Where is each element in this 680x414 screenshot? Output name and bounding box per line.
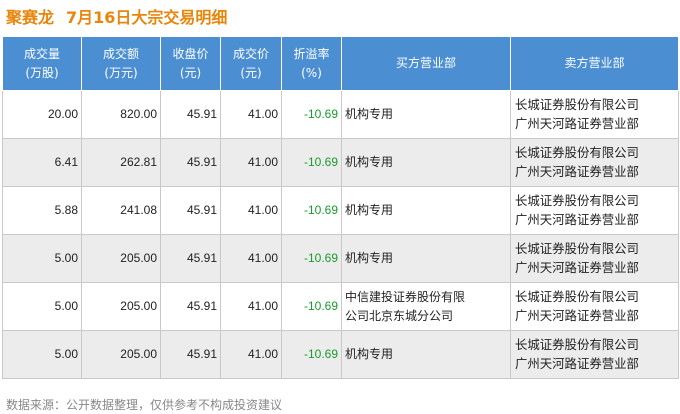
table-header-row: 成交量 (万股) 成交额 (万元) 收盘价 (元) 成交价 (元) 折溢率 (%) 买方营… <box>2 36 679 91</box>
cell-price: 41.00 <box>220 90 282 139</box>
cell-seller: 长城证券股份有限公司 广州天河路证券营业部 <box>510 234 679 283</box>
cell-amount: 205.00 <box>81 234 161 283</box>
cell-seller: 长城证券股份有限公司 广州天河路证券营业部 <box>510 138 679 187</box>
cell-premium: -10.69 <box>281 282 342 331</box>
cell-seller: 长城证券股份有限公司 广州天河路证券营业部 <box>510 282 679 331</box>
cell-premium: -10.69 <box>281 234 342 283</box>
table-row: 5.88 241.08 45.91 41.00 -10.69 机构专用 长城证券… <box>2 186 679 235</box>
col-header-volume: 成交量 (万股) <box>2 36 82 91</box>
cell-close: 45.91 <box>160 186 221 235</box>
cell-volume: 5.00 <box>2 282 82 331</box>
cell-seller: 长城证券股份有限公司 广州天河路证券营业部 <box>510 90 679 139</box>
cell-seller: 长城证券股份有限公司 广州天河路证券营业部 <box>510 186 679 235</box>
cell-volume: 20.00 <box>2 90 82 139</box>
table-row: 5.00 205.00 45.91 41.00 -10.69 中信建投证券股份有… <box>2 282 679 331</box>
cell-close: 45.91 <box>160 234 221 283</box>
cell-price: 41.00 <box>220 138 282 187</box>
cell-close: 45.91 <box>160 90 221 139</box>
cell-seller: 长城证券股份有限公司 广州天河路证券营业部 <box>510 330 679 379</box>
cell-amount: 241.08 <box>81 186 161 235</box>
cell-volume: 6.41 <box>2 138 82 187</box>
cell-premium: -10.69 <box>281 330 342 379</box>
cell-premium: -10.69 <box>281 138 342 187</box>
page-title: 聚赛龙 7月16日大宗交易明细 <box>6 4 227 28</box>
cell-price: 41.00 <box>220 234 282 283</box>
cell-volume: 5.00 <box>2 330 82 379</box>
cell-premium: -10.69 <box>281 90 342 139</box>
cell-price: 41.00 <box>220 330 282 379</box>
cell-amount: 205.00 <box>81 330 161 379</box>
data-source-note: 数据来源：公开数据整理，仅供参考不构成投资建议 <box>6 398 283 412</box>
cell-close: 45.91 <box>160 138 221 187</box>
cell-buyer: 机构专用 <box>341 186 511 235</box>
cell-amount: 262.81 <box>81 138 161 187</box>
cell-buyer: 机构专用 <box>341 330 511 379</box>
cell-buyer: 机构专用 <box>341 90 511 139</box>
table-row: 20.00 820.00 45.91 41.00 -10.69 机构专用 长城证… <box>2 90 679 139</box>
cell-close: 45.91 <box>160 282 221 331</box>
cell-amount: 205.00 <box>81 282 161 331</box>
cell-volume: 5.88 <box>2 186 82 235</box>
col-header-price: 成交价 (元) <box>220 36 282 91</box>
cell-premium: -10.69 <box>281 186 342 235</box>
col-header-amount: 成交额 (万元) <box>81 36 161 91</box>
cell-volume: 5.00 <box>2 234 82 283</box>
cell-buyer: 机构专用 <box>341 138 511 187</box>
col-header-buyer: 买方营业部 <box>341 36 511 91</box>
col-header-close: 收盘价 (元) <box>160 36 221 91</box>
block-trade-table: 成交量 (万股) 成交额 (万元) 收盘价 (元) 成交价 (元) 折溢率 (%) 买方营… <box>2 36 679 379</box>
table-row: 5.00 205.00 45.91 41.00 -10.69 机构专用 长城证券… <box>2 234 679 283</box>
cell-buyer: 中信建投证券股份有限 公司北京东城分公司 <box>341 282 511 331</box>
cell-buyer: 机构专用 <box>341 234 511 283</box>
stock-name: 聚赛龙 <box>6 8 55 27</box>
cell-price: 41.00 <box>220 186 282 235</box>
cell-close: 45.91 <box>160 330 221 379</box>
title-subtitle: 7月16日大宗交易明细 <box>66 8 228 27</box>
col-header-premium: 折溢率 (%) <box>281 36 342 91</box>
cell-amount: 820.00 <box>81 90 161 139</box>
cell-price: 41.00 <box>220 282 282 331</box>
col-header-seller: 卖方营业部 <box>510 36 679 91</box>
table-row: 5.00 205.00 45.91 41.00 -10.69 机构专用 长城证券… <box>2 330 679 379</box>
table-row: 6.41 262.81 45.91 41.00 -10.69 机构专用 长城证券… <box>2 138 679 187</box>
